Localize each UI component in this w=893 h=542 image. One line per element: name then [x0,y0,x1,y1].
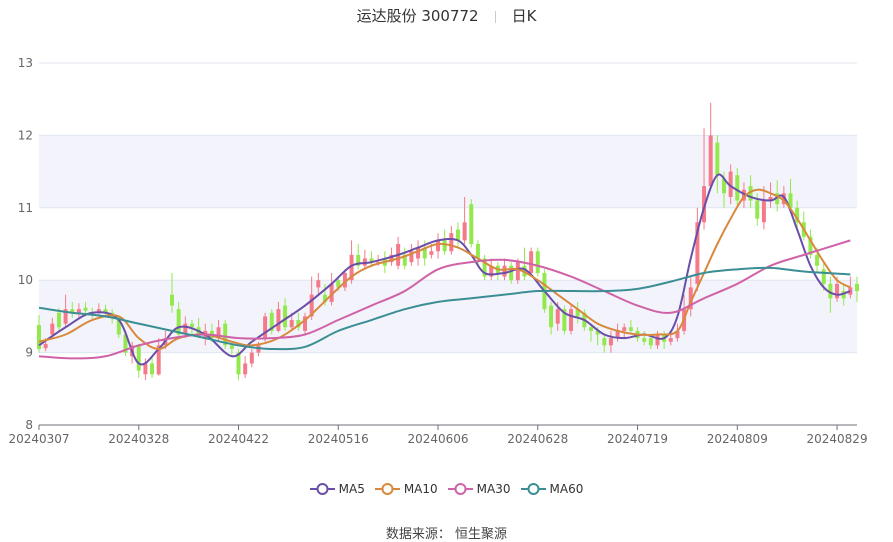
candle-body [628,327,633,331]
x-tick-label: 20240829 [807,432,868,446]
candle-body [535,251,540,273]
candle-body [76,309,81,313]
candle-body [855,283,859,292]
x-tick-label: 20240516 [308,432,369,446]
legend-marker-icon [309,483,335,495]
legend-marker-icon [447,483,473,495]
candle-body [442,240,447,252]
candle-body [549,305,554,328]
candle-body [143,363,148,375]
candle-body [150,363,155,375]
candle-body [475,244,480,259]
y-tick-label: 10 [18,273,33,287]
x-axis: 20240307 20240328 20240422 20240516 20240606… [8,424,868,446]
legend-item-ma30[interactable]: MA30 [447,482,511,496]
legend-label: MA10 [403,482,438,496]
candle-body [436,240,441,252]
y-tick-label: 12 [18,128,33,142]
legend-item-ma10[interactable]: MA10 [374,482,438,496]
candle-body [655,334,660,346]
candle-body [229,345,234,349]
candle-body [555,309,560,324]
x-tick-label: 20240606 [407,432,468,446]
y-tick-label: 9 [25,346,33,360]
y-tick-label: 13 [18,56,33,70]
candle-body [263,316,268,339]
legend-marker-icon [374,483,400,495]
candle-body [429,251,434,255]
candle-body [835,283,840,299]
candle-body [416,247,421,259]
candle-body [316,280,321,288]
candle-body [462,222,467,241]
candle-body [249,352,254,364]
x-tick-label: 20240809 [707,432,768,446]
candle-body [449,233,454,252]
candle-body [815,254,820,266]
legend-item-ma60[interactable]: MA60 [520,482,584,496]
candle-body [648,338,653,346]
candle-body [170,294,175,306]
candle-body [821,269,826,284]
legend-marker-icon [520,483,546,495]
candle-body [529,251,534,273]
candle-body [588,327,593,331]
candle-body [715,142,720,176]
candle-body [455,229,460,241]
candle-body [176,309,181,335]
candle-body [189,323,194,328]
plot-band [39,135,857,208]
x-tick-label: 20240328 [108,432,169,446]
candle-body [509,265,514,281]
y-axis: 8 9 10 11 12 13 [18,56,33,432]
candle-body [761,200,766,223]
x-tick-label: 20240422 [208,432,269,446]
candle-body [83,307,88,311]
candle-body [56,312,61,328]
candle-body [43,343,48,349]
y-tick-label: 8 [25,418,33,432]
candle-body [735,175,740,201]
candle-body [668,338,673,342]
candle-body [136,345,141,371]
candle-body [642,338,647,342]
legend-label: MA5 [338,482,365,496]
candle-body [708,135,713,187]
x-tick-label: 20240307 [8,432,69,446]
candle-body [243,363,248,375]
x-tick-label: 20240719 [607,432,668,446]
candle-body [469,204,474,244]
candle-body [289,320,294,328]
legend-label: MA30 [476,482,511,496]
data-source: 数据来源： 恒生聚源 [385,527,508,542]
candle-body [276,309,281,331]
kline-chart: 8910111213 20240307 20240328 20240422 20240… [8,56,868,446]
candle-body [622,327,627,331]
candle-body [515,262,520,281]
candle-body [50,323,55,335]
candle-body [608,338,613,346]
candle-body [755,200,760,219]
x-tick-label: 20240628 [507,432,568,446]
candle-body [283,305,288,328]
candle-body [602,338,607,346]
chart-legend: MA5 MA10 MA30 MA60 [0,482,893,499]
candle-body [502,265,507,277]
plot-band [39,280,857,353]
candle-body [569,309,574,331]
legend-item-ma5[interactable]: MA5 [309,482,365,496]
legend-label: MA60 [549,482,584,496]
y-tick-label: 11 [18,201,33,215]
